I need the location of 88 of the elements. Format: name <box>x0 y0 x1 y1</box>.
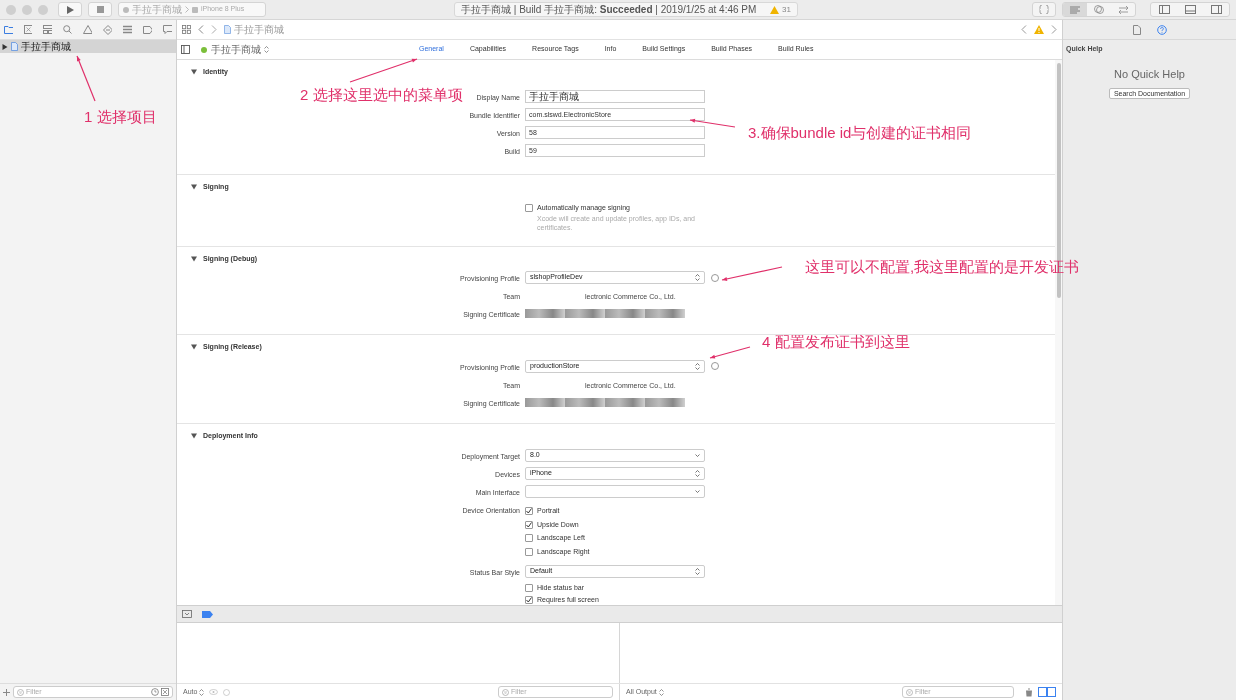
diamond-icon[interactable] <box>102 24 112 35</box>
stepper-arrows-icon <box>695 568 700 575</box>
tag-icon[interactable] <box>142 25 152 34</box>
target-selector[interactable]: 手拉手商城 <box>211 42 261 57</box>
circles-icon <box>1094 5 1104 14</box>
warning-icon <box>770 5 780 14</box>
lines-icon <box>1070 5 1080 14</box>
disclosure-icon[interactable] <box>191 255 197 262</box>
breakpoint-icon[interactable] <box>202 610 213 618</box>
warning-count: 31 <box>782 3 791 16</box>
back-icon[interactable] <box>1021 25 1027 34</box>
stack-icon[interactable] <box>122 25 132 34</box>
annotation-text: 3.确保bundle id与创建的证书相同 <box>748 124 972 142</box>
file-icon[interactable] <box>1132 24 1141 35</box>
hierarchy-icon[interactable] <box>43 25 53 34</box>
warning-icon[interactable] <box>1034 25 1044 34</box>
stop-icon <box>96 6 104 13</box>
speech-bubble-icon[interactable] <box>162 25 173 34</box>
empty-message: No Quick Help <box>1114 66 1185 82</box>
trash-icon[interactable] <box>1025 687 1033 697</box>
library-button[interactable] <box>1032 2 1056 17</box>
split-view-icon[interactable] <box>1038 687 1056 697</box>
back-icon[interactable] <box>198 25 204 34</box>
project-file-icon <box>11 42 18 51</box>
play-icon <box>66 5 74 14</box>
stepper-arrows-icon <box>264 46 269 53</box>
annotation-text: 2 选择这里选中的菜单项 <box>300 86 463 104</box>
chevron-down-icon <box>695 452 700 459</box>
chevron-icon <box>185 6 189 13</box>
run-button[interactable] <box>58 2 82 17</box>
disclosure-icon[interactable] <box>191 432 197 439</box>
checkbox[interactable] <box>525 584 533 593</box>
filter-icon <box>17 688 24 696</box>
stepper-arrows-icon <box>695 362 700 370</box>
disclosure-icon[interactable] <box>191 69 197 76</box>
arrows-icon <box>1117 5 1129 14</box>
text-field[interactable]: 手拉手商城 <box>525 89 705 103</box>
disclosure-icon[interactable] <box>2 43 8 50</box>
checkbox[interactable] <box>525 534 533 543</box>
forward-icon[interactable] <box>1051 25 1057 34</box>
right-panel-icon <box>1210 5 1222 14</box>
grid-icon[interactable] <box>182 25 191 34</box>
device-icon <box>192 6 198 13</box>
filter-icon <box>906 688 913 696</box>
checkbox[interactable] <box>525 204 533 213</box>
folder-icon[interactable] <box>4 25 14 34</box>
annotation-text: 这里可以不配置,我这里配置的是开发证书 <box>805 258 1080 276</box>
eye-icon[interactable] <box>209 689 219 695</box>
add-icon[interactable] <box>3 688 10 696</box>
clock-icon[interactable] <box>151 688 159 696</box>
hide-panel-icon[interactable] <box>182 610 192 618</box>
stepper-arrows-icon <box>199 688 205 696</box>
standard-editor-button[interactable] <box>1063 3 1087 16</box>
help-icon[interactable] <box>1156 24 1167 35</box>
combo-box[interactable] <box>525 485 705 498</box>
annotation-arrow <box>721 266 783 281</box>
disclosure-icon[interactable] <box>191 183 197 190</box>
annotation-arrow <box>76 55 96 102</box>
stepper-arrows-icon <box>695 274 700 281</box>
warning-icon[interactable] <box>82 25 92 34</box>
annotation-arrow <box>709 346 751 359</box>
scheme-name: 手拉手商城 <box>132 3 182 17</box>
target-icon <box>201 46 207 53</box>
bottom-panel-icon <box>1184 5 1196 14</box>
navigator-item[interactable]: 手拉手商城 <box>0 40 176 53</box>
stop-button[interactable] <box>88 2 112 17</box>
scheme-icon <box>123 6 129 13</box>
annotation-arrow <box>349 58 418 83</box>
sidebar-toggle-icon[interactable] <box>181 45 190 54</box>
left-panel-icon <box>1158 5 1170 14</box>
build-status-text: 手拉手商城 | Build 手拉手商城: Succeeded | 2019/1/25 at 4:46 PM <box>461 3 757 17</box>
disclosure-icon[interactable] <box>191 344 197 351</box>
annotation-text: 4 配置发布证书到这里 <box>762 333 910 351</box>
square-x-icon[interactable] <box>24 25 33 34</box>
annotation-arrow <box>689 118 736 128</box>
filter-icon <box>502 688 509 696</box>
checkbox[interactable] <box>525 596 533 605</box>
annotation-text: 1 选择项目 <box>84 108 157 126</box>
search-icon[interactable] <box>63 25 72 34</box>
chevron-down-icon <box>695 488 700 495</box>
stepper-arrows-icon <box>695 470 700 477</box>
checkbox[interactable] <box>525 507 533 516</box>
file-icon <box>224 25 231 34</box>
checkbox[interactable] <box>525 520 533 529</box>
square-x-icon[interactable] <box>161 688 169 696</box>
stepper-arrows-icon <box>658 688 664 696</box>
braces-icon <box>1039 5 1049 14</box>
checkbox[interactable] <box>525 547 533 556</box>
